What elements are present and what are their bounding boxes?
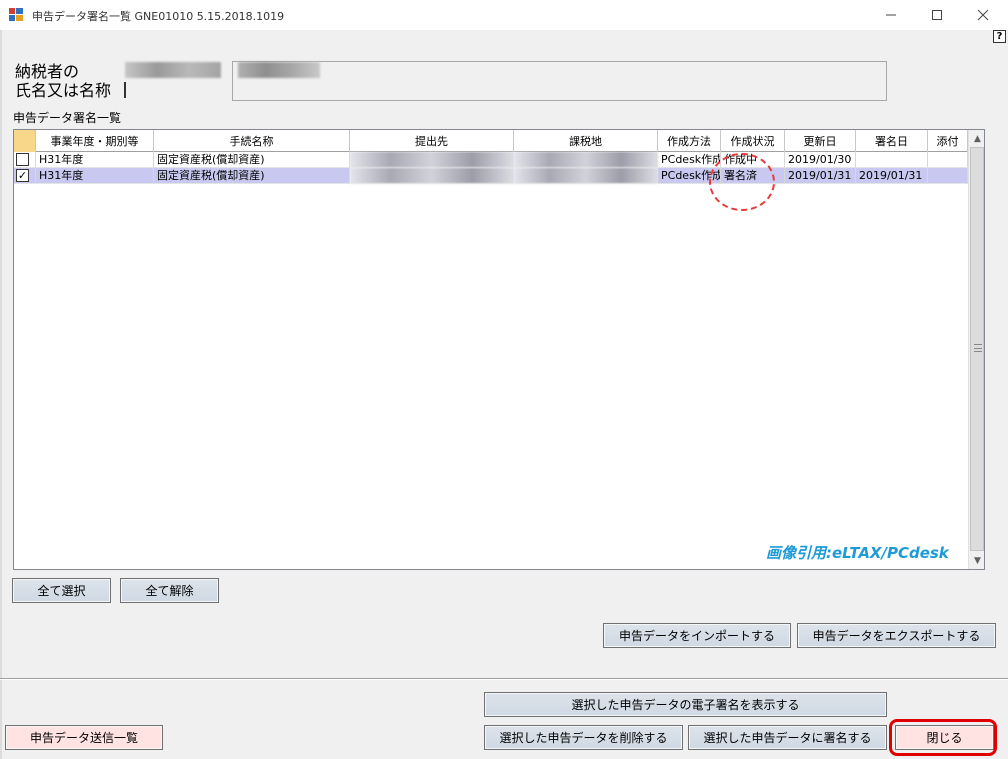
window-edge [0,30,2,759]
row-checkbox-cell[interactable] [14,152,36,168]
cell-procedure: 固定資産税(償却資産) [154,168,350,184]
window-title: 申告データ署名一覧 GNE01010 5.15.2018.1019 [32,10,285,23]
header-attach[interactable]: 添付 [928,130,968,152]
annotation-circle [709,153,775,211]
header-select[interactable] [14,130,36,152]
table-row[interactable]: H31年度 固定資産税(償却資産) PCdesk作成 作成中 2019/01/3… [14,152,968,168]
list-section-label: 申告データ署名一覧 [13,111,122,125]
cell-signed [856,152,928,168]
cell-procedure: 固定資産税(償却資産) [154,152,350,168]
cell-attach [928,152,968,168]
vertical-scrollbar[interactable]: ▲ ▼ [968,130,984,569]
scroll-up-icon[interactable]: ▲ [969,130,984,147]
table-row[interactable]: ✓ H31年度 固定資産税(償却資産) PCdesk作成 署名済 2019/01… [14,168,968,184]
divider [124,82,126,98]
scroll-down-icon[interactable]: ▼ [969,552,984,569]
export-button[interactable]: 申告データをエクスポートする [797,623,996,648]
separator [0,678,1008,680]
help-icon[interactable]: ? [993,30,1006,43]
row-checkbox[interactable] [16,153,29,166]
grid-header: 事業年度・期別等 手続名称 提出先 課税地 作成方法 作成状況 更新日 署名日 … [14,130,968,152]
header-updated[interactable]: 更新日 [785,130,856,152]
minimize-button[interactable] [868,0,914,30]
maximize-icon [932,10,942,20]
row-checkbox-cell[interactable]: ✓ [14,168,36,184]
close-window-button[interactable] [960,0,1006,30]
image-credit-watermark: 画像引用:eLTAX/PCdesk [766,544,949,562]
signature-list-grid[interactable]: 事業年度・期別等 手続名称 提出先 課税地 作成方法 作成状況 更新日 署名日 … [13,129,985,570]
header-signed[interactable]: 署名日 [856,130,928,152]
cell-tax-location-redacted [514,152,658,168]
delete-button[interactable]: 選択した申告データを削除する [484,725,683,750]
grip-icon [974,344,982,352]
taxpayer-name-field [232,61,887,101]
cell-attach [928,168,968,184]
select-all-button[interactable]: 全て選択 [12,578,111,603]
deselect-all-button[interactable]: 全て解除 [120,578,219,603]
taxpayer-label-line2: 氏名又は名称 [15,81,112,100]
cell-destination-redacted [350,168,514,184]
minimize-icon [886,14,896,16]
cell-destination-redacted [350,152,514,168]
cell-tax-location-redacted [514,168,658,184]
cell-period: H31年度 [36,168,154,184]
header-tax-location[interactable]: 課税地 [514,130,658,152]
row-checkbox[interactable]: ✓ [16,169,29,182]
title-bar: 申告データ署名一覧 GNE01010 5.15.2018.1019 [0,0,1008,30]
redacted-id [125,62,221,78]
cell-updated: 2019/01/30 [785,152,856,168]
sign-button[interactable]: 選択した申告データに署名する [688,725,887,750]
cell-period: H31年度 [36,152,154,168]
header-status[interactable]: 作成状況 [721,130,785,152]
header-method[interactable]: 作成方法 [658,130,721,152]
close-icon [977,9,989,21]
taxpayer-label-line1: 納税者の [15,62,80,81]
header-period[interactable]: 事業年度・期別等 [36,130,154,152]
cell-updated: 2019/01/31 [785,168,856,184]
annotation-rectangle [889,719,997,756]
maximize-button[interactable] [914,0,960,30]
header-procedure[interactable]: 手続名称 [154,130,350,152]
show-signature-button[interactable]: 選択した申告データの電子署名を表示する [484,692,887,717]
send-list-button[interactable]: 申告データ送信一覧 [5,725,163,750]
redacted-name [238,62,320,78]
cell-signed: 2019/01/31 [856,168,928,184]
scroll-thumb[interactable] [970,147,984,551]
import-button[interactable]: 申告データをインポートする [603,623,791,648]
app-icon [9,8,23,21]
cell-method: PCdesk作成 [658,152,721,168]
taxpayer-label: 納税者の 氏名又は名称 [15,62,111,100]
header-destination[interactable]: 提出先 [350,130,514,152]
